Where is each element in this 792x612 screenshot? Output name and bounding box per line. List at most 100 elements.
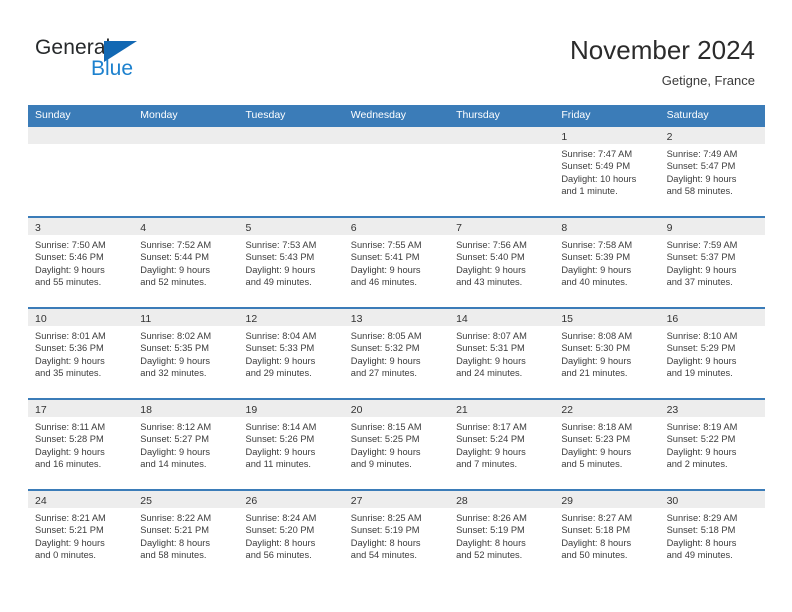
day-cell-28[interactable]: 28 Sunrise: 8:26 AM Sunset: 5:19 PM Dayligh…: [449, 489, 555, 580]
day-cell-21[interactable]: 21 Sunrise: 8:17 AM Sunset: 5:24 PM Dayligh…: [449, 398, 555, 489]
day-number: 3: [35, 222, 41, 234]
day-cell-4[interactable]: 4 Sunrise: 7:52 AM Sunset: 5:44 PM Daylight…: [133, 216, 239, 307]
day-cell-17[interactable]: 17 Sunrise: 8:11 AM Sunset: 5:28 PM Dayligh…: [28, 398, 134, 489]
day-details: Sunrise: 7:47 AM Sunset: 5:49 PM Daylight:…: [554, 144, 659, 197]
day-cell-7[interactable]: 7 Sunrise: 7:56 AM Sunset: 5:40 PM Daylight…: [449, 216, 555, 307]
day-detail-line: Sunset: 5:19 PM: [456, 525, 525, 536]
day-cell-6[interactable]: 6 Sunrise: 7:55 AM Sunset: 5:41 PM Daylight…: [343, 216, 450, 307]
day-details: Sunrise: 7:56 AM Sunset: 5:40 PM Daylight:…: [449, 235, 554, 288]
day-cell-20[interactable]: 20 Sunrise: 8:15 AM Sunset: 5:25 PM Dayligh…: [343, 398, 450, 489]
day-details: Sunrise: 8:05 AM Sunset: 5:32 PM Daylight:…: [344, 326, 449, 379]
day-detail-line: Daylight: 9 hours: [666, 446, 737, 457]
day-number: 21: [456, 404, 468, 416]
day-number: 11: [140, 313, 152, 325]
day-number-band: 19: [238, 400, 344, 417]
page-title: November 2024: [570, 35, 755, 65]
day-details: Sunrise: 7:50 AM Sunset: 5:46 PM Daylight:…: [28, 235, 133, 288]
day-number: 28: [456, 495, 468, 507]
day-detail-line: Sunset: 5:33 PM: [245, 343, 315, 354]
day-detail-line: Daylight: 9 hours: [35, 446, 105, 457]
day-detail-line: Sunset: 5:39 PM: [561, 252, 631, 263]
day-detail-line: and 1 minute.: [561, 185, 618, 196]
day-number-band: 7: [449, 218, 555, 235]
day-details: Sunrise: 8:18 AM Sunset: 5:23 PM Daylight:…: [554, 417, 659, 470]
day-cell-9[interactable]: 9 Sunrise: 7:59 AM Sunset: 5:37 PM Daylight…: [659, 216, 765, 307]
brand-name-blue: Blue: [91, 57, 134, 80]
day-cell-29[interactable]: 29 Sunrise: 8:27 AM Sunset: 5:18 PM Dayligh…: [554, 489, 660, 580]
day-cell-30[interactable]: 30 Sunrise: 8:29 AM Sunset: 5:18 PM Dayligh…: [659, 489, 765, 580]
day-detail-line: Sunrise: 8:26 AM: [456, 513, 527, 523]
day-number: 24: [35, 495, 47, 507]
day-details: Sunrise: 7:55 AM Sunset: 5:41 PM Daylight:…: [344, 235, 449, 288]
day-detail-line: Daylight: 9 hours: [456, 355, 526, 366]
day-details: Sunrise: 8:26 AM Sunset: 5:19 PM Daylight:…: [449, 508, 554, 561]
day-detail-line: Sunrise: 8:04 AM: [245, 331, 317, 341]
day-detail-line: Daylight: 10 hours: [561, 173, 637, 184]
day-cell-23[interactable]: 23 Sunrise: 8:19 AM Sunset: 5:22 PM Dayligh…: [659, 398, 765, 489]
day-details: Sunrise: 8:11 AM Sunset: 5:28 PM Daylight:…: [28, 417, 133, 470]
day-cell-15[interactable]: 15 Sunrise: 8:08 AM Sunset: 5:30 PM Dayligh…: [554, 307, 660, 398]
day-detail-line: Sunset: 5:23 PM: [561, 434, 631, 445]
day-detail-line: Sunrise: 8:24 AM: [245, 513, 317, 523]
day-details: Sunrise: 8:10 AM Sunset: 5:29 PM Daylight:…: [660, 326, 765, 379]
day-cell-27[interactable]: 27 Sunrise: 8:25 AM Sunset: 5:19 PM Dayligh…: [343, 489, 450, 580]
day-number-band: 6: [343, 218, 450, 235]
day-number-band: 12: [238, 309, 344, 326]
day-number: 12: [245, 313, 258, 325]
day-detail-line: Daylight: 9 hours: [35, 537, 105, 548]
day-detail-line: Daylight: 9 hours: [140, 355, 211, 366]
day-details: Sunrise: 7:52 AM Sunset: 5:44 PM Daylight:…: [133, 235, 238, 288]
day-number-band: 4: [133, 218, 239, 235]
weekday-header-monday: Monday: [140, 109, 178, 121]
day-detail-line: Sunset: 5:44 PM: [140, 252, 209, 263]
day-cell-2[interactable]: 2 Sunrise: 7:49 AM Sunset: 5:47 PM Daylight…: [659, 125, 765, 216]
day-cell-10[interactable]: 10 Sunrise: 8:01 AM Sunset: 5:36 PM Dayligh…: [28, 307, 134, 398]
day-number-band: 1: [554, 127, 660, 144]
calendar-weeks: 1 Sunrise: 7:47 AM Sunset: 5:49 PM Daylight…: [28, 125, 765, 580]
day-cell-11[interactable]: 11 Sunrise: 8:02 AM Sunset: 5:35 PM Dayligh…: [133, 307, 239, 398]
day-cell-1[interactable]: 1 Sunrise: 7:47 AM Sunset: 5:49 PM Daylight…: [554, 125, 660, 216]
day-number-band: 29: [554, 491, 660, 508]
day-cell-13[interactable]: 13 Sunrise: 8:05 AM Sunset: 5:32 PM Dayligh…: [343, 307, 450, 398]
day-detail-line: Sunset: 5:29 PM: [666, 343, 736, 354]
day-detail-line: and 29 minutes.: [245, 367, 312, 378]
day-number: 22: [561, 404, 574, 416]
day-cell-18[interactable]: 18 Sunrise: 8:12 AM Sunset: 5:27 PM Dayligh…: [133, 398, 239, 489]
day-cell-16[interactable]: 16 Sunrise: 8:10 AM Sunset: 5:29 PM Dayligh…: [659, 307, 765, 398]
day-detail-line: and 56 minutes.: [245, 549, 312, 560]
day-cell-26[interactable]: 26 Sunrise: 8:24 AM Sunset: 5:20 PM Dayligh…: [238, 489, 344, 580]
day-cell-5[interactable]: 5 Sunrise: 7:53 AM Sunset: 5:43 PM Daylight…: [238, 216, 344, 307]
day-detail-line: Sunrise: 8:05 AM: [350, 331, 422, 341]
day-detail-line: Sunset: 5:20 PM: [245, 525, 315, 536]
day-detail-line: Daylight: 9 hours: [666, 173, 737, 184]
day-cell-14[interactable]: 14 Sunrise: 8:07 AM Sunset: 5:31 PM Dayligh…: [449, 307, 555, 398]
day-detail-line: Sunrise: 8:02 AM: [140, 331, 212, 341]
day-detail-line: Sunset: 5:43 PM: [245, 252, 315, 263]
day-cell-22[interactable]: 22 Sunrise: 8:18 AM Sunset: 5:23 PM Dayligh…: [554, 398, 660, 489]
day-detail-line: and 46 minutes.: [350, 276, 417, 287]
calendar-week-row: 1 Sunrise: 7:47 AM Sunset: 5:49 PM Daylight…: [28, 125, 765, 216]
day-number-band: 9: [659, 218, 765, 235]
day-number-band: 8: [554, 218, 660, 235]
day-cell-3[interactable]: 3 Sunrise: 7:50 AM Sunset: 5:46 PM Daylight…: [28, 216, 134, 307]
day-detail-line: and 43 minutes.: [456, 276, 523, 287]
day-detail-line: Daylight: 9 hours: [456, 446, 526, 457]
day-detail-line: Sunset: 5:18 PM: [666, 525, 736, 536]
day-detail-line: Sunset: 5:24 PM: [456, 434, 525, 445]
day-detail-line: Sunset: 5:21 PM: [35, 525, 104, 536]
calendar-grid: Sunday Monday Tuesday Wednesday Thursday Frid…: [28, 105, 765, 580]
day-cell-8[interactable]: 8 Sunrise: 7:58 AM Sunset: 5:39 PM Daylight…: [554, 216, 660, 307]
day-detail-line: and 2 minutes.: [666, 458, 728, 469]
day-cell-12[interactable]: 12 Sunrise: 8:04 AM Sunset: 5:33 PM Dayligh…: [238, 307, 344, 398]
day-details: Sunrise: 7:49 AM Sunset: 5:47 PM Daylight:…: [660, 144, 765, 197]
day-detail-line: Sunrise: 8:14 AM: [245, 422, 317, 432]
day-cell-19[interactable]: 19 Sunrise: 8:14 AM Sunset: 5:26 PM Dayligh…: [238, 398, 344, 489]
day-cell-24[interactable]: 24 Sunrise: 8:21 AM Sunset: 5:21 PM Dayligh…: [28, 489, 134, 580]
day-detail-line: Sunrise: 8:18 AM: [561, 422, 633, 432]
day-cell-25[interactable]: 25 Sunrise: 8:22 AM Sunset: 5:21 PM Dayligh…: [133, 489, 239, 580]
brand-logo[interactable]: General Blue: [31, 36, 221, 88]
day-number-band: 24: [28, 491, 134, 508]
day-detail-line: and 19 minutes.: [666, 367, 733, 378]
weekday-header-row: Sunday Monday Tuesday Wednesday Thursday Frid…: [28, 105, 765, 125]
day-detail-line: Sunrise: 8:07 AM: [456, 331, 527, 341]
